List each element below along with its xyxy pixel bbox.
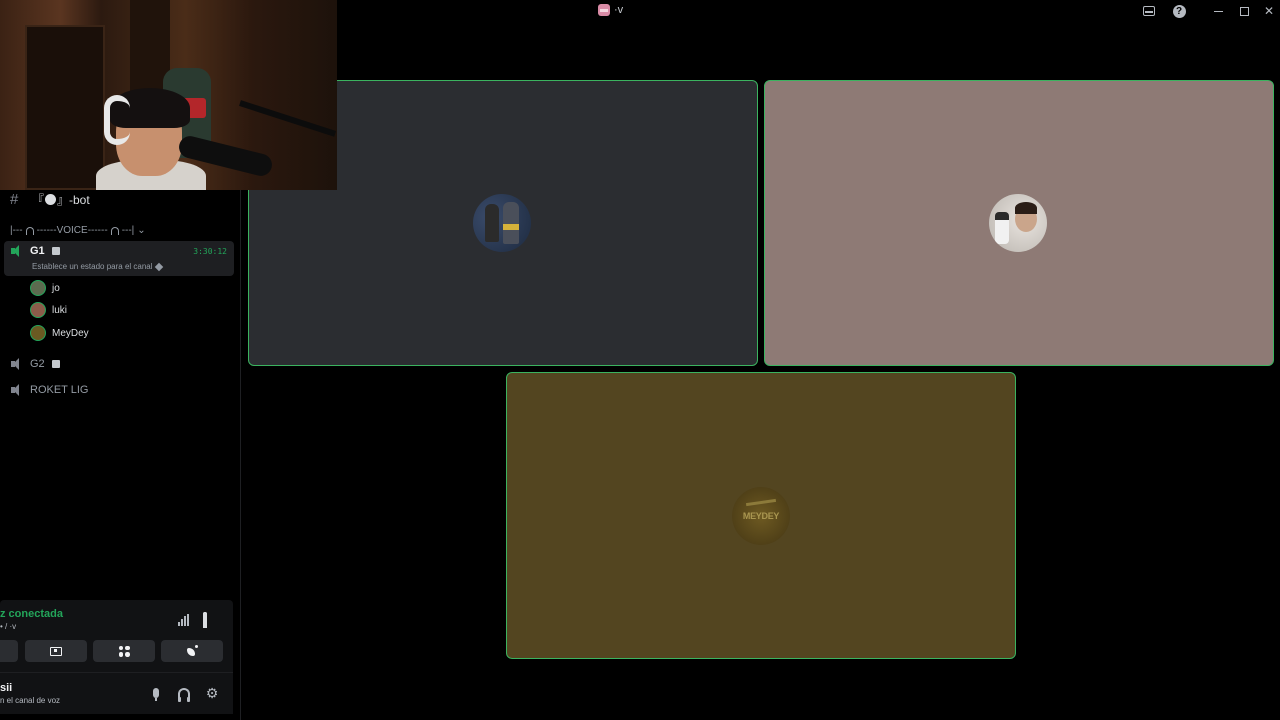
participant-tile[interactable]: MEYDEY <box>506 372 1016 659</box>
voice-member[interactable]: MeyDey <box>30 324 89 342</box>
speaker-icon <box>10 358 24 370</box>
deafen-button[interactable] <box>176 685 192 702</box>
minimize-button[interactable] <box>1210 3 1226 19</box>
participant-avatar <box>989 194 1047 252</box>
voice-channel-g1[interactable]: G1 3:30:12 Establece un estado para el c… <box>4 241 234 276</box>
inbox-icon <box>1143 6 1155 16</box>
voice-channel-g2[interactable]: G2 <box>10 356 60 372</box>
channel-status-prompt[interactable]: Establece un estado para el canal <box>32 262 163 271</box>
bot-icon <box>45 193 57 205</box>
voice-connection-panel: z conectada • / ·v <box>0 600 233 672</box>
inbox-button[interactable] <box>1141 3 1157 19</box>
microphone-icon <box>153 688 159 701</box>
avatar <box>30 280 46 296</box>
speaker-icon <box>10 384 24 396</box>
window-title: ·v <box>598 4 623 16</box>
channel-suffix: 』-bot <box>57 192 90 207</box>
avatar-hair <box>1015 202 1037 214</box>
voice-channel-header: G1 <box>10 245 60 257</box>
help-button[interactable]: ? <box>1171 3 1187 19</box>
avatar <box>30 302 46 318</box>
speaker-icon <box>10 245 24 257</box>
webcam-overlay <box>0 0 337 190</box>
user-panel: sii n el canal de voz ⚙ <box>0 672 233 714</box>
category-voice[interactable]: |--- ------VOICE------ ---| ⌄ <box>10 225 146 236</box>
headphones-icon <box>110 226 119 235</box>
hash-icon: # <box>10 190 19 208</box>
user-status: n el canal de voz <box>0 696 61 705</box>
category-label: ------VOICE------ <box>36 225 108 236</box>
activity-icon <box>118 645 130 657</box>
participant-avatar <box>473 194 531 252</box>
close-button[interactable]: ✕ <box>1261 3 1277 19</box>
screen-share-icon <box>50 646 62 656</box>
member-name: luki <box>52 304 68 316</box>
voice-channel-name: ROKET LIG <box>30 384 89 396</box>
category-left: |--- <box>10 225 23 236</box>
participant-avatar: MEYDEY <box>732 487 790 545</box>
text-channel-label: 『』-bot <box>32 191 90 208</box>
headphones-icon <box>25 226 34 235</box>
share-screen-button[interactable] <box>25 640 87 662</box>
mute-button[interactable] <box>148 685 164 701</box>
voice-channel-roket-lig[interactable]: ROKET LIG <box>10 382 88 398</box>
call-timer: 3:30:12 <box>193 247 227 256</box>
participant-tile[interactable] <box>764 80 1274 366</box>
signal-icon <box>178 614 194 626</box>
avatar-figure-right <box>503 202 519 244</box>
soundboard-button[interactable] <box>161 640 223 662</box>
voice-channel-name: G1 <box>30 245 45 257</box>
window-title-text: ·v <box>614 4 624 16</box>
user-settings-button[interactable]: ⚙ <box>204 685 220 701</box>
member-name: jo <box>52 282 60 294</box>
category-right: ---| <box>121 225 135 236</box>
avatar-logo-stroke <box>745 498 777 507</box>
connected-channel[interactable]: • / ·v <box>0 622 16 631</box>
username[interactable]: sii <box>0 682 12 694</box>
avatar-figure-belt <box>503 224 519 230</box>
avatar-figure-left <box>485 204 499 242</box>
pencil-icon <box>154 262 163 271</box>
member-name: MeyDey <box>52 327 89 339</box>
server-icon <box>598 4 610 16</box>
close-icon: ✕ <box>1263 4 1275 18</box>
headphones-icon <box>178 687 190 702</box>
voice-channel-name: G2 <box>30 358 45 370</box>
speaker-emoji-icon <box>51 360 60 368</box>
minimize-icon <box>1213 10 1223 12</box>
camera-button[interactable] <box>0 640 18 662</box>
noise-suppression-button[interactable] <box>178 614 194 628</box>
avatar-figure <box>995 212 1009 244</box>
voice-member[interactable]: jo <box>30 279 60 297</box>
maximize-icon <box>1239 6 1249 16</box>
avatar-logo-text: MEYDEY <box>742 511 780 521</box>
channel-status-text: Establece un estado para el canal <box>32 262 153 271</box>
soundboard-icon <box>186 645 198 657</box>
chevron-down-icon: ⌄ <box>137 225 146 236</box>
avatar <box>30 325 46 341</box>
webcam-headphones <box>104 95 130 145</box>
voice-member[interactable]: luki <box>30 301 67 319</box>
channel-prefix: 『 <box>32 192 45 207</box>
maximize-button[interactable] <box>1236 3 1252 19</box>
webcam-door <box>25 25 105 190</box>
hangup-icon <box>203 612 207 628</box>
gear-icon: ⚙ <box>205 685 219 701</box>
connection-status[interactable]: z conectada <box>0 608 63 620</box>
activities-button[interactable] <box>93 640 155 662</box>
speaker-emoji-icon <box>51 247 60 255</box>
disconnect-button[interactable] <box>203 612 219 628</box>
text-channel-bot[interactable]: # 『』-bot <box>10 190 90 208</box>
help-icon: ? <box>1172 4 1186 18</box>
